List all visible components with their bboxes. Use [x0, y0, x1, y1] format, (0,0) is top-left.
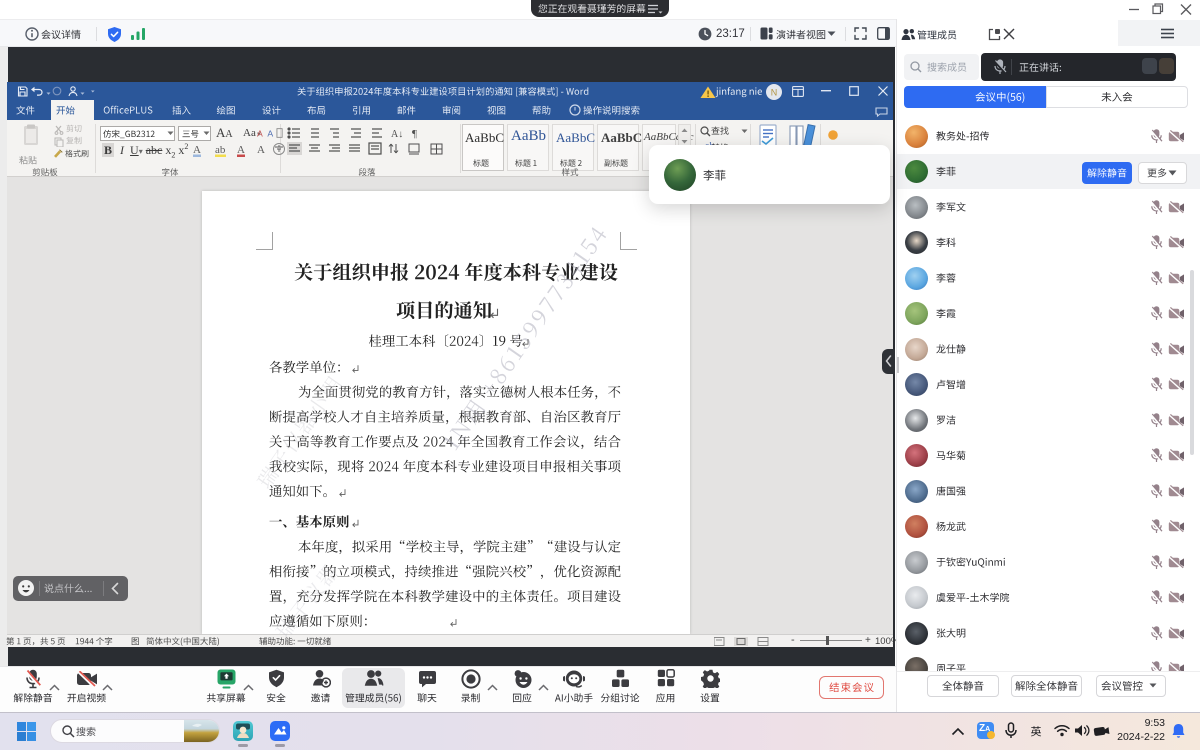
- svg-text:A↓: A↓: [391, 129, 403, 140]
- svg-text:¶: ¶: [412, 128, 417, 140]
- svg-text:A: A: [237, 144, 245, 156]
- svg-text:ab: ab: [215, 144, 226, 156]
- svg-text:A: A: [257, 144, 265, 156]
- svg-text:A: A: [267, 128, 273, 138]
- svg-text:A: A: [193, 144, 201, 156]
- svg-text:A: A: [257, 128, 263, 138]
- svg-text:N: N: [771, 88, 778, 98]
